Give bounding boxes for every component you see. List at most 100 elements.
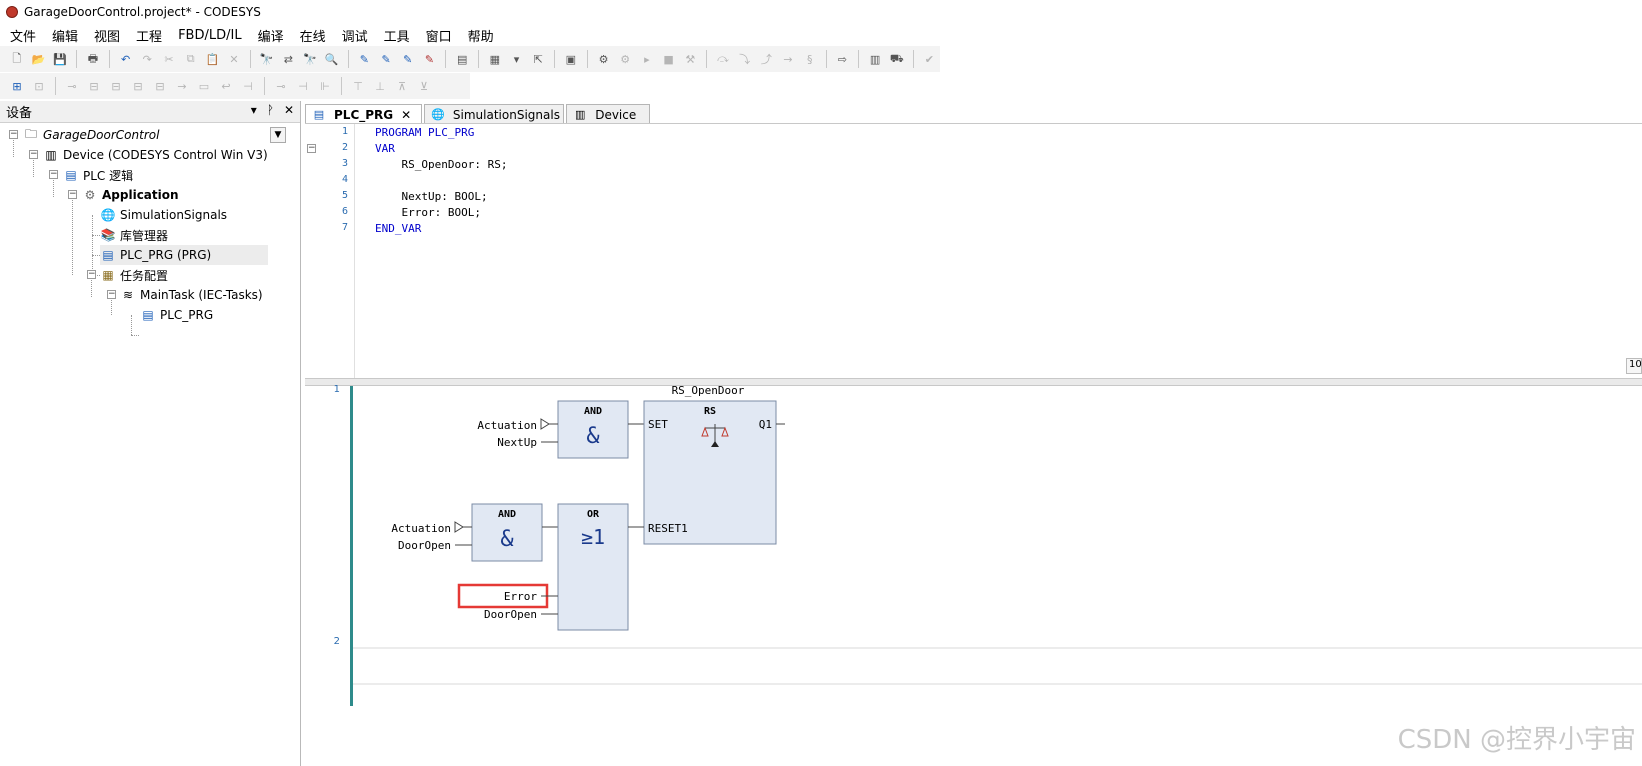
undo-icon[interactable]: ↶	[118, 51, 134, 67]
redo-icon[interactable]: ↷	[139, 51, 155, 67]
menu-view[interactable]: 视图	[94, 26, 120, 45]
bookmark-clear-icon[interactable]: ✎	[422, 51, 438, 67]
insert-output-icon[interactable]: ⊟	[152, 78, 168, 94]
cut-icon[interactable]: ✂	[161, 51, 177, 67]
insert-input-icon[interactable]: ⊟	[130, 78, 146, 94]
input-dooropen[interactable]: DoorOpen	[398, 539, 451, 552]
rs-instance-name[interactable]: RS_OpenDoor	[672, 386, 745, 397]
menu-build[interactable]: 编译	[258, 26, 284, 45]
object-window-icon[interactable]: ▤	[454, 51, 470, 67]
tree-item-application[interactable]: ⚙ Application	[82, 185, 179, 205]
build-icon[interactable]: ▣	[563, 51, 579, 67]
and-block-2[interactable]: AND &	[471, 503, 543, 562]
find-icon[interactable]: 🔭	[259, 51, 275, 67]
tree-item-project[interactable]: 🗀 GarageDoorControl	[23, 125, 159, 145]
collapse-toggle[interactable]: −	[29, 150, 38, 159]
code-line[interactable]: VAR	[375, 142, 395, 155]
find-replace-icon[interactable]: ⇄	[281, 51, 297, 67]
pin-icon[interactable]: ᚹ	[267, 103, 274, 117]
menu-window[interactable]: 窗口	[426, 26, 452, 45]
code-line[interactable]: RS_OpenDoor: RS;	[375, 158, 507, 171]
input-nextup[interactable]: NextUp	[497, 436, 537, 449]
fold-toggle[interactable]: −	[307, 144, 316, 153]
force-values-icon[interactable]: ⇨	[835, 51, 851, 67]
rs-block[interactable]: RS SET RESET1 Q1	[643, 400, 777, 545]
copy-icon[interactable]: ⧉	[183, 51, 199, 67]
menu-help[interactable]: 帮助	[468, 26, 494, 45]
insert-box-empty-icon[interactable]: ⊟	[108, 78, 124, 94]
collapse-toggle[interactable]: −	[49, 170, 58, 179]
run-to-cursor-icon[interactable]: →	[780, 51, 796, 67]
bookmark-prev-icon[interactable]: ✎	[400, 51, 416, 67]
code-line[interactable]: PROGRAM PLC_PRG	[375, 126, 474, 139]
input-error[interactable]: Error	[504, 590, 537, 603]
reset-icon[interactable]: ⚒	[682, 51, 698, 67]
logout-icon[interactable]: ⚙	[617, 51, 633, 67]
coil-icon[interactable]: ⊣	[295, 78, 311, 94]
bookmark-next-icon[interactable]: ✎	[378, 51, 394, 67]
branch-icon[interactable]: ⊣	[240, 78, 256, 94]
paste-icon[interactable]: 📋	[204, 51, 220, 67]
box-icon[interactable]: ⊡	[31, 78, 47, 94]
return-icon[interactable]: ↩	[218, 78, 234, 94]
step-into-icon[interactable]: ⤵	[737, 51, 753, 67]
stop-icon[interactable]: ■	[661, 51, 677, 67]
and-block-1[interactable]: AND &	[557, 400, 629, 459]
menu-edit[interactable]: 编辑	[52, 26, 78, 45]
contact-icon[interactable]: ⊸	[273, 78, 289, 94]
save-icon[interactable]: 💾	[52, 51, 68, 67]
tree-item-plc-prg-call[interactable]: ▤ PLC_PRG	[140, 305, 213, 325]
open-folder-icon[interactable]: 📂	[31, 51, 47, 67]
dropdown-arrow-icon[interactable]: ▾	[509, 51, 525, 67]
tree-item-simulation-signals[interactable]: 🌐 SimulationSignals	[100, 205, 228, 225]
zoom-indicator[interactable]: 10	[1626, 358, 1642, 374]
menu-online[interactable]: 在线	[300, 26, 326, 45]
tab-device[interactable]: ▥ Device	[566, 104, 651, 124]
or-block[interactable]: OR ≥1	[557, 503, 629, 631]
tree-item-library-manager[interactable]: 📚 库管理器	[100, 225, 169, 245]
new-file-icon[interactable]: 🗋	[9, 51, 25, 67]
code-line[interactable]: END_VAR	[375, 222, 421, 235]
menu-project[interactable]: 工程	[136, 26, 162, 45]
code-line[interactable]: NextUp: BOOL;	[375, 190, 487, 203]
login-icon[interactable]: ⚙	[596, 51, 612, 67]
input-actuation[interactable]: Actuation	[391, 522, 451, 535]
tree-item-plc-logic[interactable]: ▤ PLC 逻辑	[63, 165, 133, 185]
tree-dropdown-arrow-icon[interactable]: ▼	[270, 127, 286, 143]
input-dooropen-2[interactable]: DoorOpen	[484, 608, 537, 621]
check-icon[interactable]: ✔	[922, 51, 938, 67]
delete-icon[interactable]: ✕	[226, 51, 242, 67]
collapse-toggle[interactable]: −	[107, 290, 116, 299]
add-object-icon[interactable]: ▦	[487, 51, 503, 67]
set-reset-icon[interactable]: ⊤	[350, 78, 366, 94]
label-icon[interactable]: ▭	[196, 78, 212, 94]
parallel-contact-icon[interactable]: ⊩	[317, 78, 333, 94]
input-actuation[interactable]: Actuation	[477, 419, 537, 432]
close-icon[interactable]: ✕	[284, 103, 294, 117]
tree-item-main-task[interactable]: ≋ MainTask (IEC-Tasks)	[120, 285, 263, 305]
close-tab-icon[interactable]: ✕	[401, 108, 411, 122]
fbd-editor[interactable]: 1 2 AND & Actuation NextUp RS_OpenDoor R…	[305, 384, 1642, 766]
network-insert-icon[interactable]: ⊞	[9, 78, 25, 94]
tree-item-device[interactable]: ▥ Device (CODESYS Control Win V3)	[43, 145, 267, 165]
start-icon[interactable]: ▸	[639, 51, 655, 67]
code-line[interactable]: Error: BOOL;	[375, 206, 480, 219]
edge-detect-icon[interactable]: ⊼	[394, 78, 410, 94]
export-icon[interactable]: ⇱	[530, 51, 546, 67]
negate-icon[interactable]: ⊥	[372, 78, 388, 94]
jump-icon[interactable]: →	[174, 78, 190, 94]
tree-item-task-config[interactable]: ▦ 任务配置	[100, 265, 168, 285]
editor-splitter[interactable]	[305, 378, 1642, 386]
toggle-parallel-icon[interactable]: ⊻	[416, 78, 432, 94]
assignment-icon[interactable]: ⊸	[64, 78, 80, 94]
bookmark-toggle-icon[interactable]: ✎	[357, 51, 373, 67]
pane-dropdown-icon[interactable]: ▾	[251, 103, 257, 117]
collapse-toggle[interactable]: −	[68, 190, 77, 199]
breakpoint-icon[interactable]: §	[802, 51, 818, 67]
declaration-editor[interactable]: 1 2 3 4 5 6 7 − PROGRAM PLC_PRG VAR RS_O…	[305, 123, 1642, 379]
print-icon[interactable]: 🖶	[85, 51, 101, 67]
menu-tools[interactable]: 工具	[384, 26, 410, 45]
menu-debug[interactable]: 调试	[342, 26, 368, 45]
menu-fbd-ld-il[interactable]: FBD/LD/IL	[178, 28, 242, 43]
write-values-icon[interactable]: ▥	[867, 51, 883, 67]
